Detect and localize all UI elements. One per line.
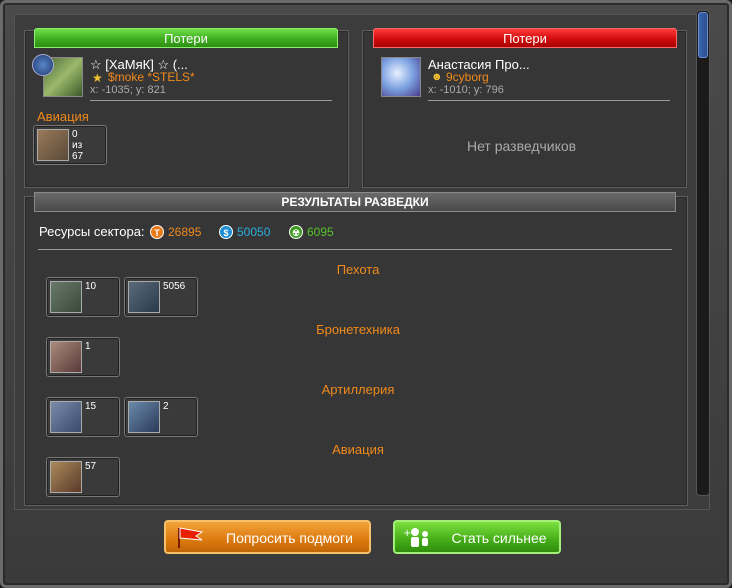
defender-loss-bar: Потери (373, 28, 677, 48)
armor-unit-card[interactable]: 1 (46, 337, 120, 377)
uranium-value: 6095 (307, 225, 334, 239)
uranium-icon: ☢ (289, 225, 303, 239)
infantry-unit-card[interactable]: 10 (46, 277, 120, 317)
aircraft-icon (37, 129, 69, 161)
become-stronger-button[interactable]: + Стать сильнее (393, 520, 561, 554)
category-armor: Бронетехника (316, 322, 400, 337)
infantry-unit-card[interactable]: 5056 (124, 277, 198, 317)
attacker-section-title: Авиация (37, 109, 89, 124)
svg-text:+: + (403, 528, 411, 539)
defender-divider (428, 100, 670, 101)
launcher-icon (128, 401, 160, 433)
mech-soldier-icon (128, 281, 160, 313)
soldier-icon (50, 281, 82, 313)
unit-count: 57 (85, 461, 97, 472)
attacker-coords[interactable]: x: -1035; y: 821 (90, 84, 166, 96)
skull-icon: ☻ (431, 71, 443, 83)
resources-label: Ресурсы сектора: (39, 224, 145, 239)
star-icon: ★ (92, 71, 103, 85)
titanium-icon: T (150, 225, 164, 239)
category-aviation: Авиация (332, 442, 384, 457)
flag-icon (178, 527, 204, 548)
defender-avatar[interactable] (381, 57, 421, 97)
aircraft-icon (50, 461, 82, 493)
results-panel (24, 196, 688, 506)
attacker-alliance[interactable]: $moke *STELS* (108, 70, 195, 84)
artillery-unit-card[interactable]: 2 (124, 397, 198, 437)
people-up-icon: + (403, 528, 428, 547)
attacker-unit-card[interactable]: 0 из 67 (33, 125, 107, 165)
credits-icon: $ (219, 225, 233, 239)
credits-value: 50050 (237, 225, 271, 239)
no-scouts-text: Нет разведчиков (467, 138, 577, 154)
defender-panel (362, 30, 687, 188)
resources-divider (38, 249, 672, 250)
unit-count: 0 из 67 (72, 129, 84, 162)
scrollbar-thumb[interactable] (698, 12, 708, 58)
scrollbar[interactable] (696, 10, 710, 496)
results-header: РЕЗУЛЬТАТЫ РАЗВЕДКИ (34, 192, 676, 212)
aviation-unit-card[interactable]: 57 (46, 457, 120, 497)
attacker-divider (90, 100, 332, 101)
defender-coords[interactable]: x: -1010; y: 796 (428, 84, 504, 96)
tank-icon (50, 341, 82, 373)
unit-count: 10 (85, 281, 97, 292)
category-infantry: Пехота (336, 262, 380, 277)
unit-count: 5056 (163, 281, 186, 292)
titanium-value: 26895 (168, 225, 202, 239)
unit-count: 2 (163, 401, 169, 412)
attacker-rank-badge-icon (32, 54, 54, 76)
category-artillery: Артиллерия (321, 382, 395, 397)
ask-help-button[interactable]: Попросить подмоги (164, 520, 371, 554)
attacker-loss-bar: Потери (34, 28, 338, 48)
defender-alliance[interactable]: 9cyborg (446, 70, 489, 84)
unit-count: 15 (85, 401, 97, 412)
artillery-icon (50, 401, 82, 433)
artillery-unit-card[interactable]: 15 (46, 397, 120, 437)
unit-count: 1 (85, 341, 91, 352)
